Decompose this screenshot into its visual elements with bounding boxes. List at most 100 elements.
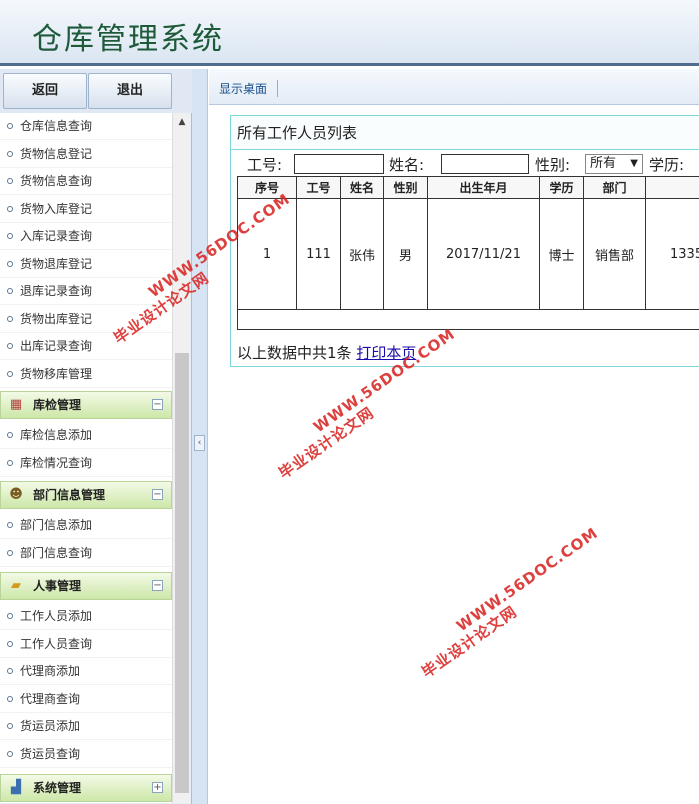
folder-icon: ▰ xyxy=(11,578,21,593)
sidebar-group-system[interactable]: ▟ 系统管理 + xyxy=(0,774,172,802)
column-header: 部门 xyxy=(584,177,646,198)
app-title: 仓库管理系统 xyxy=(32,22,224,57)
job-no-input[interactable] xyxy=(294,154,384,174)
sidebar-item-staff-query[interactable]: 工作人员查询 xyxy=(0,631,172,658)
watermark: WWW.56DOC.COM 毕业设计论文网 xyxy=(408,524,612,682)
scroll-up-arrow-icon[interactable]: ▲ xyxy=(173,113,191,131)
sidebar-item-warehouse-query[interactable]: 仓库信息查询 xyxy=(0,113,172,140)
calendar-icon: ▦ xyxy=(9,397,23,412)
sidebar-item-label: 货物信息登记 xyxy=(20,147,93,161)
name-label: 姓名: xyxy=(389,156,425,174)
table-cell: 博士 xyxy=(540,199,584,309)
bullet-icon xyxy=(7,432,13,438)
sidebar-item-label: 工作人员查询 xyxy=(20,637,93,651)
column-header: 工号 xyxy=(297,177,341,198)
sidebar-item-inspection-query[interactable]: 库检情况查询 xyxy=(0,450,172,477)
sidebar-item-label: 仓库信息查询 xyxy=(20,119,93,133)
sidebar-item-label: 货物退库登记 xyxy=(20,257,93,271)
sidebar-item-label: 库检信息添加 xyxy=(20,428,93,442)
bullet-icon xyxy=(7,460,13,466)
group-label: 部门信息管理 xyxy=(33,488,106,502)
bullet-icon xyxy=(7,316,13,322)
collapse-icon[interactable]: − xyxy=(152,580,163,591)
scroll-thumb[interactable] xyxy=(175,353,189,793)
sidebar-group-inspection[interactable]: ▦ 库检管理 − xyxy=(0,391,172,419)
collapse-icon[interactable]: − xyxy=(152,399,163,410)
sidebar-item-label: 货物移库管理 xyxy=(20,367,93,381)
bullet-icon xyxy=(7,151,13,157)
sidebar-item-stock-in-query[interactable]: 入库记录查询 xyxy=(0,223,172,250)
collapse-icon[interactable]: − xyxy=(152,489,163,500)
sidebar-item-agent-add[interactable]: 代理商添加 xyxy=(0,658,172,685)
bullet-icon xyxy=(7,550,13,556)
table-cell: 销售部 xyxy=(584,199,646,309)
expand-icon[interactable]: + xyxy=(152,782,163,793)
collapse-sidebar-icon[interactable]: ‹ xyxy=(194,435,205,451)
group-label: 人事管理 xyxy=(33,579,82,593)
group-label: 系统管理 xyxy=(33,781,82,795)
chart-icon: ▟ xyxy=(11,780,21,795)
bullet-icon xyxy=(7,723,13,729)
column-header: 序号 xyxy=(238,177,297,198)
sidebar-item-staff-add[interactable]: 工作人员添加 xyxy=(0,603,172,630)
sidebar-item-label: 入库记录查询 xyxy=(20,229,93,243)
bullet-icon xyxy=(7,178,13,184)
back-button[interactable]: 返回 xyxy=(3,73,87,109)
name-input[interactable] xyxy=(441,154,529,174)
column-header: 姓名 xyxy=(341,177,384,198)
sidebar-item-transfer[interactable]: 货物移库管理 xyxy=(0,361,172,388)
bullet-icon xyxy=(7,641,13,647)
sidebar-item-label: 货运员添加 xyxy=(20,719,81,733)
staff-list-panel: 所有工作人员列表 工号: 姓名: 性别: 所有 ▼ 学历: 序号 工号 姓名 性… xyxy=(230,115,699,367)
sidebar-item-stock-in-register[interactable]: 货物入库登记 xyxy=(0,196,172,223)
bullet-icon xyxy=(7,522,13,528)
sidebar-item-agent-query[interactable]: 代理商查询 xyxy=(0,686,172,713)
record-count: 以上数据中共1条 xyxy=(237,344,352,362)
watermark-line: WWW.56DOC.COM xyxy=(453,523,602,636)
sidebar-group-department[interactable]: ☻ 部门信息管理 − xyxy=(0,481,172,509)
bullet-icon xyxy=(7,751,13,757)
tab-show-desktop[interactable]: 显示桌面 xyxy=(219,80,279,97)
bullet-icon xyxy=(7,371,13,377)
summary-text: 以上数据中共1条 打印本页 xyxy=(237,342,416,363)
bullet-icon xyxy=(7,696,13,702)
table-cell: 男 xyxy=(384,199,428,309)
sidebar-item-inspection-add[interactable]: 库检信息添加 xyxy=(0,422,172,449)
table-cell: 1335 xyxy=(646,199,699,309)
app-header: 仓库管理系统 xyxy=(0,0,699,66)
sidebar-scrollbar[interactable]: ▲ xyxy=(172,113,190,803)
column-header xyxy=(646,177,699,198)
sidebar-item-label: 出库记录查询 xyxy=(20,339,93,353)
job-no-label: 工号: xyxy=(247,156,283,174)
sidebar-item-department-add[interactable]: 部门信息添加 xyxy=(0,512,172,539)
filter-bar: 工号: 姓名: 性别: 所有 ▼ 学历: xyxy=(231,152,699,176)
bullet-icon xyxy=(7,613,13,619)
table-row[interactable]: 1 111 张伟 男 2017/11/21 博士 销售部 1335 xyxy=(238,199,699,310)
table-cell: 111 xyxy=(297,199,341,309)
bullet-icon xyxy=(7,668,13,674)
exit-button[interactable]: 退出 xyxy=(88,73,172,109)
sidebar-item-goods-register[interactable]: 货物信息登记 xyxy=(0,141,172,168)
person-icon: ☻ xyxy=(9,487,23,502)
sidebar-menu: 仓库信息查询 货物信息登记 货物信息查询 货物入库登记 入库记录查询 货物退库登… xyxy=(0,113,172,803)
bullet-icon xyxy=(7,123,13,129)
sidebar-item-department-query[interactable]: 部门信息查询 xyxy=(0,540,172,567)
sidebar-item-stock-out-query[interactable]: 出库记录查询 xyxy=(0,333,172,360)
bullet-icon xyxy=(7,233,13,239)
sidebar-item-return-register[interactable]: 货物退库登记 xyxy=(0,251,172,278)
bullet-icon xyxy=(7,261,13,267)
sidebar-item-label: 部门信息查询 xyxy=(20,546,93,560)
sidebar-item-label: 工作人员添加 xyxy=(20,609,93,623)
sidebar-item-carrier-query[interactable]: 货运员查询 xyxy=(0,741,172,768)
sidebar-group-personnel[interactable]: ▰ 人事管理 − xyxy=(0,572,172,600)
bullet-icon xyxy=(7,206,13,212)
sidebar-item-label: 货物入库登记 xyxy=(20,202,93,216)
watermark-line: 毕业设计论文网 xyxy=(418,602,521,682)
sidebar-item-goods-query[interactable]: 货物信息查询 xyxy=(0,168,172,195)
chevron-down-icon: ▼ xyxy=(630,158,638,169)
education-label: 学历: xyxy=(649,156,685,174)
sidebar-item-carrier-add[interactable]: 货运员添加 xyxy=(0,713,172,740)
gender-select[interactable]: 所有 ▼ xyxy=(585,154,643,174)
gender-label: 性别: xyxy=(535,156,571,174)
sidebar-item-label: 代理商查询 xyxy=(20,692,81,706)
